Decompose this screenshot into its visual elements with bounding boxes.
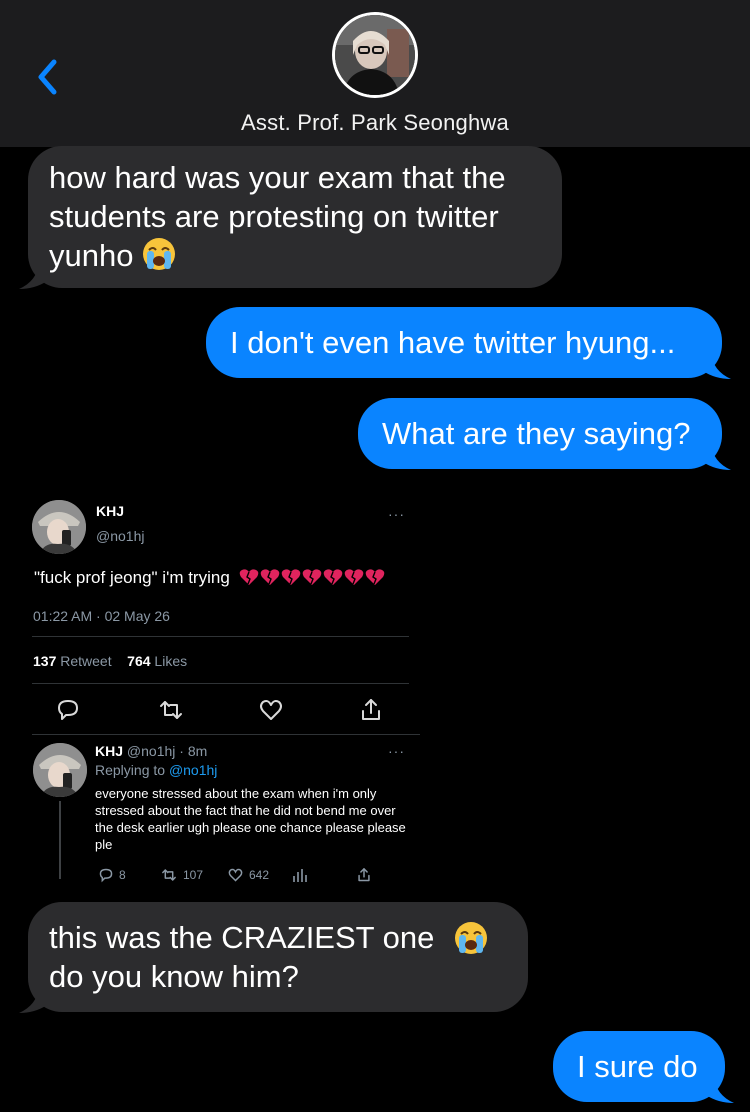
reply-icon	[99, 868, 113, 883]
retweet-icon	[162, 869, 176, 881]
bubble-tail	[706, 1077, 734, 1103]
broken-heart-icons	[239, 568, 387, 591]
more-options-icon[interactable]: ···	[388, 506, 405, 522]
reply-author-avatar[interactable]	[33, 743, 87, 797]
retweet-label[interactable]: Retweet	[60, 653, 111, 669]
chevron-left-icon	[38, 59, 57, 95]
back-button[interactable]	[30, 52, 70, 102]
more-options-icon[interactable]: ···	[388, 743, 405, 759]
conversation-header: Asst. Prof. Park Seonghwa	[0, 0, 750, 147]
reply-count: 8	[119, 868, 126, 882]
reply-retweet-button[interactable]: 107	[160, 867, 203, 883]
thread-connector-line	[59, 801, 61, 879]
tweet-author-handle[interactable]: @no1hj	[96, 528, 144, 544]
tweet-text-content: "fuck prof jeong" i'm trying	[34, 568, 230, 587]
tweet-author-name[interactable]: KHJ	[96, 503, 124, 519]
contact-avatar-image	[335, 15, 415, 95]
reply-like-count: 642	[249, 868, 270, 882]
divider	[32, 636, 409, 637]
message-text: What are they saying?	[382, 416, 691, 451]
tweet-author-avatar[interactable]	[32, 500, 86, 554]
bubble-tail	[703, 353, 731, 379]
message-bubble-outgoing[interactable]: What are they saying?	[358, 398, 731, 470]
replying-to: Replying to @no1hj	[95, 762, 217, 778]
message-text: I don't even have twitter hyung...	[230, 325, 676, 360]
contact-name[interactable]: Asst. Prof. Park Seonghwa	[0, 110, 750, 136]
loudly-crying-face-icon	[453, 920, 489, 965]
retweet-button[interactable]	[158, 697, 184, 723]
reply-button[interactable]	[55, 697, 81, 723]
analytics-button[interactable]	[292, 867, 313, 883]
reply-like-button[interactable]: 642	[227, 867, 269, 883]
tweet-timestamp[interactable]: 01:22 AM · 02 May 26	[33, 608, 170, 624]
divider	[32, 734, 420, 735]
like-button[interactable]	[258, 697, 284, 723]
heart-icon	[228, 868, 243, 882]
loudly-crying-face-icon	[141, 236, 177, 281]
reply-reply-button[interactable]: 8	[98, 867, 126, 883]
reply-text: everyone stressed about the exam when i'…	[95, 786, 406, 852]
replying-to-label: Replying to	[95, 762, 166, 778]
reply-handle-time: @no1hj · 8m	[126, 743, 208, 759]
message-bubble-incoming[interactable]: this was the CRAZIEST one do you know hi…	[19, 902, 528, 1013]
share-button[interactable]	[358, 697, 384, 723]
like-label[interactable]: Likes	[154, 653, 187, 669]
heart-icon	[260, 700, 282, 720]
tweet-screenshot: KHJ @no1hj ··· "fuck prof jeong" i'm try…	[0, 488, 420, 898]
message-bubble-incoming[interactable]: how hard was your exam that the students…	[19, 146, 562, 289]
message-text: I sure do	[577, 1049, 698, 1084]
share-icon	[362, 699, 380, 720]
bubble-tail	[703, 444, 731, 470]
retweet-icon	[160, 701, 182, 719]
retweet-count[interactable]: 137	[33, 653, 56, 669]
tweet-stats: 137 Retweet 764 Likes	[33, 653, 187, 669]
replying-to-handle[interactable]: @no1hj	[169, 762, 217, 778]
reply-author[interactable]: KHJ @no1hj · 8m	[95, 743, 207, 759]
divider	[32, 683, 409, 684]
bubble-tail	[19, 987, 47, 1013]
reply-share-button[interactable]	[356, 867, 377, 883]
message-text: how hard was your exam that the students…	[49, 160, 506, 273]
message-bubble-outgoing[interactable]: I sure do	[553, 1031, 734, 1103]
message-text: this was the CRAZIEST one do you know hi…	[49, 920, 435, 994]
analytics-icon	[293, 869, 307, 882]
message-bubble-outgoing[interactable]: I don't even have twitter hyung...	[206, 307, 731, 379]
reply-author-name[interactable]: KHJ	[95, 743, 123, 759]
tweet-text: "fuck prof jeong" i'm trying	[34, 568, 387, 591]
like-count[interactable]: 764	[127, 653, 150, 669]
bubble-tail	[19, 263, 47, 289]
reply-retweet-count: 107	[183, 868, 204, 882]
reply-icon	[58, 700, 78, 720]
share-icon	[358, 868, 370, 882]
contact-avatar[interactable]	[332, 12, 418, 98]
